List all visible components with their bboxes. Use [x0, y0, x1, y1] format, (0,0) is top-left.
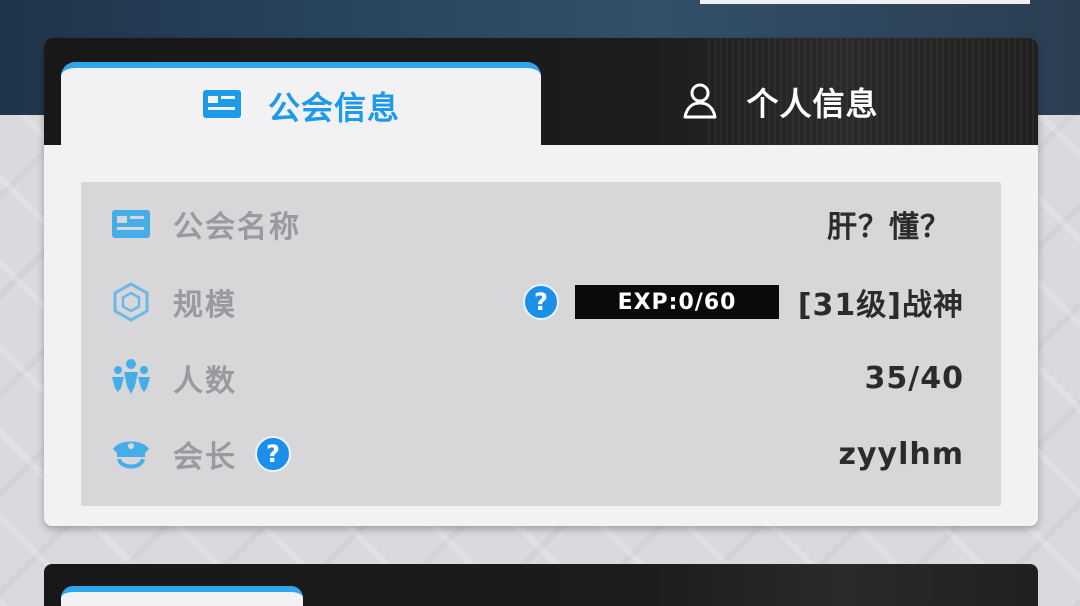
scale-help-icon[interactable]: ? — [523, 284, 559, 320]
guild-name-label: 公会名称 — [173, 210, 301, 245]
cube-icon — [109, 280, 153, 324]
exp-bar: EXP:0/60 — [575, 285, 779, 319]
person-icon — [680, 80, 720, 124]
captain-hat-icon — [109, 432, 153, 476]
row-guild-leader: 会长 ? zyylhm — [81, 424, 1001, 484]
guild-info-card: 公会信息 个人信息 公会名称 肝？懂？ 规模 ? EXP:0/60 [31级]战… — [44, 38, 1038, 526]
guild-members-value: 35/40 — [864, 360, 964, 396]
guild-info-panel: 公会名称 肝？懂？ 规模 ? EXP:0/60 [31级]战神 人数 35/40… — [81, 182, 1001, 506]
guild-leader-label: 会长 — [173, 440, 237, 475]
tab-personal-info[interactable]: 个人信息 — [541, 62, 1038, 145]
tab-label: 个人信息 — [746, 84, 879, 123]
card-icon — [202, 89, 242, 123]
guild-leader-value: zyylhm — [838, 436, 964, 472]
guild-scale-label: 规模 — [173, 288, 237, 323]
row-guild-members: 人数 35/40 — [81, 348, 1001, 408]
row-guild-scale: 规模 ? EXP:0/60 [31级]战神 — [81, 272, 1001, 332]
name-card-icon — [109, 202, 153, 246]
guild-members-label: 人数 — [173, 364, 237, 399]
leader-help-icon[interactable]: ? — [255, 436, 291, 472]
tab-label: 公会信息 — [267, 88, 400, 127]
row-guild-name: 公会名称 肝？懂？ — [81, 194, 1001, 254]
next-card-tab[interactable] — [61, 586, 303, 606]
tab-guild-info[interactable]: 公会信息 — [61, 62, 541, 147]
guild-scale-value: [31级]战神 — [797, 288, 964, 323]
guild-name-value: 肝？懂？ — [827, 210, 951, 245]
background-bar — [700, 0, 1030, 4]
next-card — [44, 564, 1038, 606]
people-icon — [109, 356, 153, 400]
